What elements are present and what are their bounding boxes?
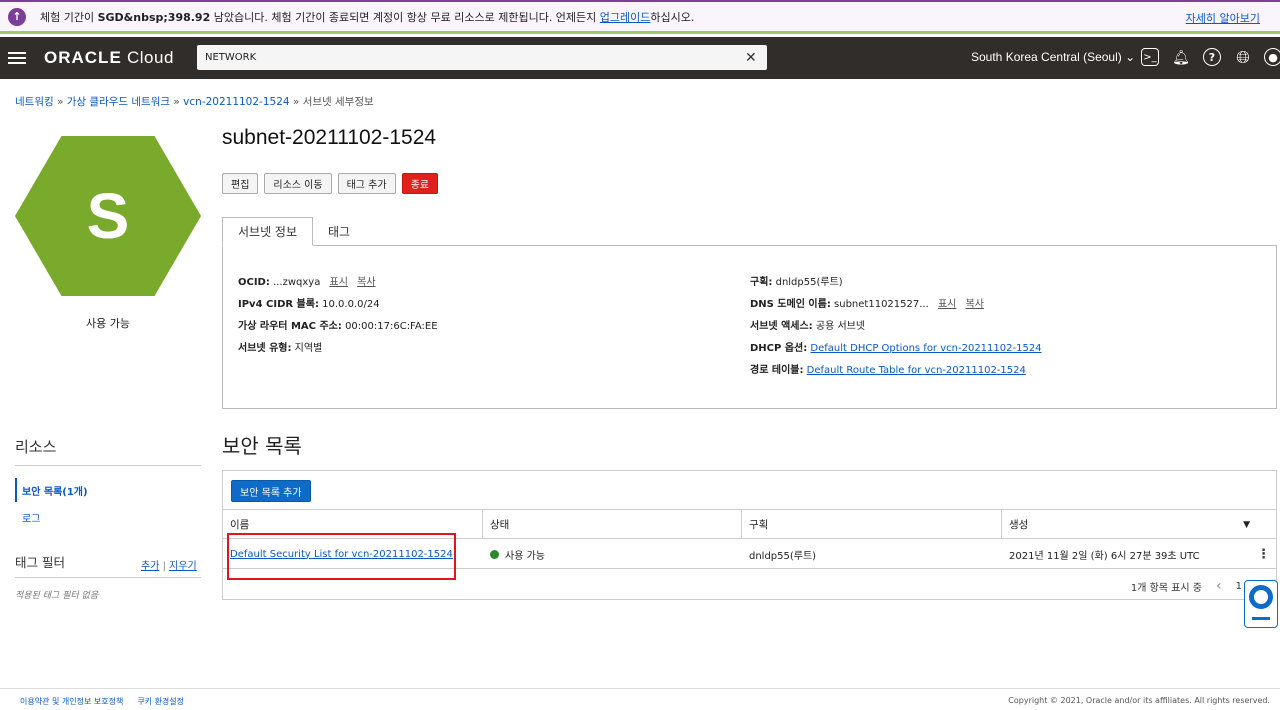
trial-banner: ↑ 체험 기간이 SGD&nbsp;398.92 남았습니다. 체험 기간이 종…	[0, 0, 1280, 34]
copyright: Copyright © 2021, Oracle and/or its affi…	[1008, 696, 1270, 705]
column-name[interactable]: 이름	[223, 510, 483, 539]
tab-tags[interactable]: 태그	[313, 217, 365, 245]
column-compartment[interactable]: 구획	[742, 510, 1002, 539]
column-created[interactable]: 생성 ▼	[1002, 510, 1276, 539]
tab-subnet-info[interactable]: 서브넷 정보	[222, 217, 314, 246]
search-input[interactable]	[205, 52, 745, 63]
sidebar-item-security-lists[interactable]: 보안 목록(1개)	[15, 478, 88, 502]
security-list-link[interactable]: Default Security List for vcn-20211102-1…	[230, 549, 453, 560]
row-compartment: dnldp55(루트)	[749, 550, 817, 562]
add-security-list-button[interactable]: 보안 목록 추가	[231, 480, 311, 502]
cookie-preferences-link[interactable]: 쿠키 환경설정	[137, 696, 184, 707]
tag-filter-add-link[interactable]: 추가	[141, 561, 159, 572]
menu-icon[interactable]	[8, 52, 26, 64]
oracle-cloud-logo[interactable]: ORACLE Cloud	[44, 48, 174, 68]
tag-filter-actions: 추가 | 지우기	[141, 561, 197, 572]
resources-title: 리소스	[15, 438, 57, 456]
subnet-hexagon-icon: S	[15, 136, 201, 296]
ocid-row: OCID: ...zwqxya 표시 복사	[238, 277, 376, 288]
pager-summary: 1개 항목 표시 중	[1130, 582, 1203, 594]
support-widget[interactable]	[1244, 580, 1278, 628]
security-lists-title: 보안 목록	[222, 434, 302, 458]
chevron-left-icon[interactable]: ‹	[1216, 578, 1222, 594]
route-table-row: 경로 테이블: Default Route Table for vcn-2021…	[750, 365, 1026, 376]
sidebar-item-logs[interactable]: 로그	[22, 510, 40, 525]
add-tag-button[interactable]: 태그 추가	[337, 173, 396, 194]
dhcp-row: DHCP 옵션: Default DHCP Options for vcn-20…	[750, 343, 1042, 354]
profile-icon[interactable]: ●	[1264, 48, 1280, 66]
upgrade-arrow-icon: ↑	[8, 7, 26, 26]
pager-page[interactable]: 1	[1236, 581, 1242, 592]
chevron-down-icon: ⌄	[1125, 50, 1136, 64]
globe-icon[interactable]: 🌐︎	[1233, 48, 1253, 68]
action-buttons: 편집 리소스 이동 태그 추가 종료	[222, 173, 438, 194]
route-table-link[interactable]: Default Route Table for vcn-20211102-152…	[807, 365, 1026, 376]
cidr-row: IPv4 CIDR 블록: 10.0.0.0/24	[238, 299, 380, 310]
lifebuoy-icon	[1249, 585, 1273, 609]
tag-filter-title: 태그 필터	[15, 555, 65, 570]
compartment-row: 구획: dnldp55(루트)	[750, 277, 843, 288]
ocid-copy-link[interactable]: 복사	[357, 277, 375, 288]
row-status: 사용 가능	[505, 550, 545, 562]
ocid-show-link[interactable]: 표시	[330, 277, 348, 288]
search-box: ✕	[197, 45, 767, 70]
terms-link[interactable]: 이용약관 및 개인정보 보호정책	[20, 696, 123, 707]
upgrade-link[interactable]: 업그레이드	[600, 11, 651, 24]
dns-row: DNS 도메인 이름: subnet11021527... 표시 복사	[750, 299, 984, 310]
detail-tabs: 서브넷 정보 태그	[222, 217, 365, 246]
breadcrumb-vcn-list[interactable]: 가상 클라우드 네트워크	[67, 96, 170, 108]
breadcrumb-vcn[interactable]: vcn-20211102-1524	[183, 96, 289, 108]
learn-more-link[interactable]: 자세히 알아보기	[1186, 10, 1260, 26]
dns-show-link[interactable]: 표시	[938, 299, 956, 310]
region-selector[interactable]: South Korea Central (Seoul) ⌄	[971, 50, 1135, 64]
bell-icon[interactable]: 🔔︎	[1171, 48, 1191, 68]
subnet-info-panel: OCID: ...zwqxya 표시 복사 IPv4 CIDR 블록: 10.0…	[222, 245, 1277, 409]
cloud-shell-icon[interactable]: >_	[1141, 48, 1159, 66]
close-icon[interactable]: ✕	[745, 50, 757, 66]
tag-filter-clear-link[interactable]: 지우기	[169, 561, 197, 572]
pagination: 1개 항목 표시 중 ‹ 1	[1131, 578, 1242, 594]
breadcrumb: 네트워킹 » 가상 클라우드 네트워크 » vcn-20211102-1524 …	[15, 96, 374, 108]
footer: 이용약관 및 개인정보 보호정책 쿠키 환경설정 Copyright © 202…	[0, 688, 1280, 710]
status-available-icon	[490, 549, 499, 559]
breadcrumb-current: 서브넷 세부정보	[302, 96, 374, 108]
edit-button[interactable]: 편집	[222, 173, 259, 194]
top-navigation-bar: ORACLE Cloud ✕ South Korea Central (Seou…	[0, 37, 1280, 79]
table-header: 이름 상태 구획 생성 ▼	[223, 509, 1276, 539]
row-created: 2021년 11월 2일 (화) 6시 27분 39초 UTC	[1009, 550, 1200, 562]
page-title: subnet-20211102-1524	[222, 126, 437, 149]
help-icon[interactable]: ?	[1203, 48, 1221, 66]
mac-row: 가상 라우터 MAC 주소: 00:00:17:6C:FA:EE	[238, 321, 438, 332]
dns-copy-link[interactable]: 복사	[966, 299, 984, 310]
table-row: Default Security List for vcn-20211102-1…	[223, 539, 1276, 569]
terminate-button[interactable]: 종료	[401, 173, 438, 194]
subnet-status: 사용 가능	[86, 317, 130, 330]
trial-message: 체험 기간이 SGD&nbsp;398.92 남았습니다. 체험 기간이 종료되…	[40, 10, 695, 24]
subnet-type-row: 서브넷 유형: 지역별	[238, 343, 323, 354]
tag-filter-empty: 적용된 태그 필터 없음	[15, 591, 99, 601]
divider	[15, 577, 201, 578]
divider	[15, 465, 201, 466]
trial-amount: SGD&nbsp;398.92	[97, 10, 211, 24]
subnet-access-row: 서브넷 액세스: 공용 서브넷	[750, 321, 866, 332]
more-actions-icon[interactable]: ⋮	[1257, 547, 1270, 562]
security-lists-panel: 보안 목록 추가 이름 상태 구획 생성 ▼ Default Security …	[222, 470, 1277, 600]
move-resource-button[interactable]: 리소스 이동	[264, 173, 332, 194]
column-status[interactable]: 상태	[483, 510, 742, 539]
dhcp-options-link[interactable]: Default DHCP Options for vcn-20211102-15…	[810, 343, 1041, 354]
sort-down-icon[interactable]: ▼	[1243, 520, 1250, 530]
breadcrumb-networking[interactable]: 네트워킹	[15, 96, 54, 108]
